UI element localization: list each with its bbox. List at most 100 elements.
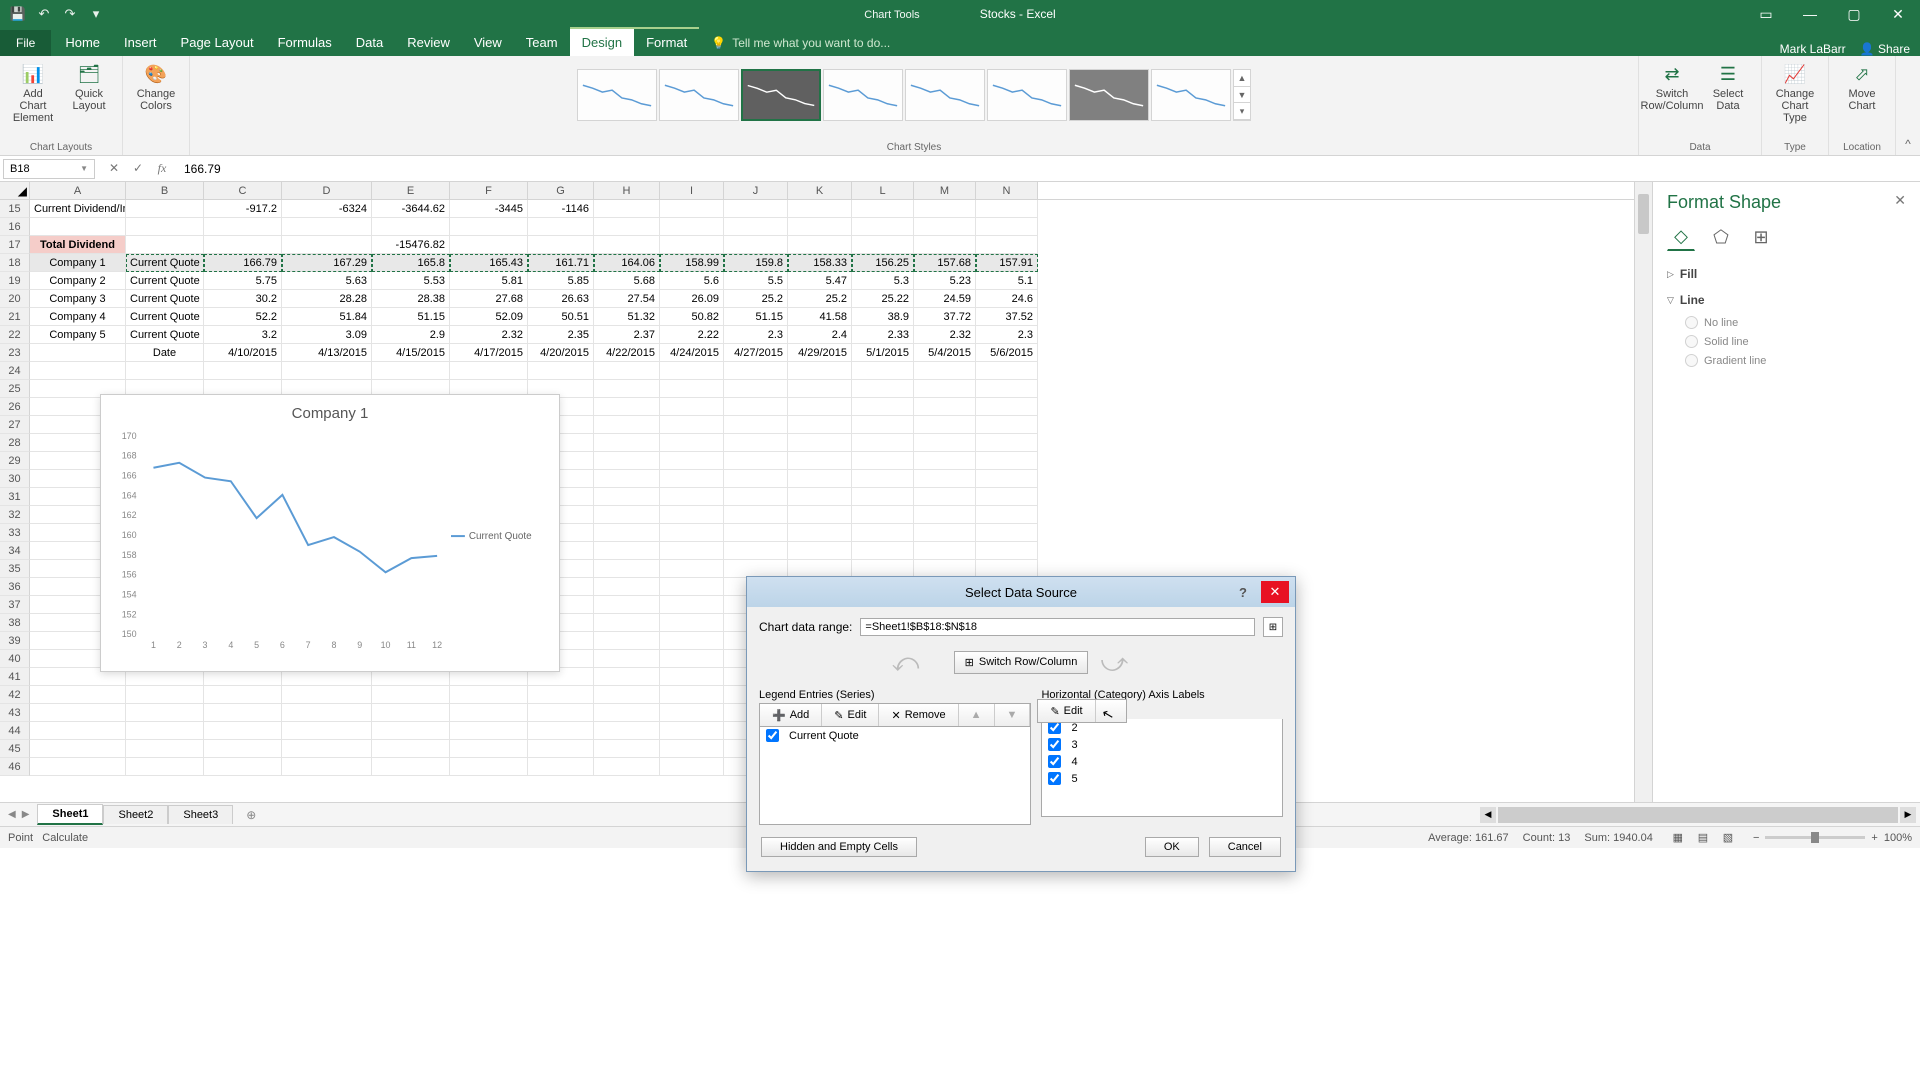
cell[interactable] <box>450 704 528 722</box>
cell[interactable] <box>660 488 724 506</box>
cell[interactable] <box>594 434 660 452</box>
edit-series-button[interactable]: ✎ Edit <box>822 704 879 726</box>
cell[interactable] <box>660 560 724 578</box>
cell[interactable]: 51.15 <box>372 308 450 326</box>
cell[interactable] <box>788 398 852 416</box>
cell[interactable] <box>30 704 126 722</box>
cell[interactable]: 25.2 <box>788 290 852 308</box>
cell[interactable] <box>594 524 660 542</box>
cell[interactable] <box>126 686 204 704</box>
cell[interactable] <box>30 362 126 380</box>
page-layout-view-icon[interactable]: ▤ <box>1692 831 1714 844</box>
cell[interactable] <box>724 434 788 452</box>
cell[interactable] <box>660 686 724 704</box>
cell[interactable]: Current Quote <box>126 308 204 326</box>
cell[interactable] <box>724 200 788 218</box>
spreadsheet-area[interactable]: ◢ABCDEFGHIJKLMN 15Current Dividend/Incom… <box>0 182 1634 802</box>
cell[interactable]: Date <box>126 344 204 362</box>
cell[interactable] <box>30 218 126 236</box>
cell[interactable] <box>372 758 450 776</box>
cell[interactable]: 2.35 <box>528 326 594 344</box>
tab-page-layout[interactable]: Page Layout <box>169 29 266 56</box>
cell[interactable] <box>204 704 282 722</box>
cell[interactable]: Current Quote <box>126 326 204 344</box>
cell[interactable] <box>126 758 204 776</box>
zoom-out-icon[interactable]: − <box>1753 832 1759 844</box>
row-header[interactable]: 30 <box>0 470 30 488</box>
line-section[interactable]: ▽Line <box>1667 287 1906 313</box>
cell[interactable] <box>914 218 976 236</box>
row-header[interactable]: 23 <box>0 344 30 362</box>
cell[interactable]: 5/6/2015 <box>976 344 1038 362</box>
row-header[interactable]: 42 <box>0 686 30 704</box>
cell[interactable] <box>852 236 914 254</box>
cell[interactable] <box>450 362 528 380</box>
cell[interactable] <box>914 380 976 398</box>
cell[interactable] <box>788 542 852 560</box>
cell[interactable]: Company 3 <box>30 290 126 308</box>
add-series-button[interactable]: ➕ Add <box>760 704 822 726</box>
cell[interactable]: 5/4/2015 <box>914 344 976 362</box>
category-item[interactable]: 2 <box>1071 722 1077 734</box>
cell[interactable] <box>660 380 724 398</box>
sheet-nav-first-icon[interactable]: ◀ <box>8 809 16 820</box>
cell[interactable] <box>528 362 594 380</box>
quick-layout-button[interactable]: 🗂Quick Layout <box>64 60 114 114</box>
cell[interactable] <box>372 686 450 704</box>
cell[interactable]: 51.15 <box>724 308 788 326</box>
solid-line-option[interactable]: Solid line <box>1685 332 1906 351</box>
cell[interactable] <box>914 542 976 560</box>
cell[interactable] <box>976 416 1038 434</box>
cell[interactable]: -15476.82 <box>372 236 450 254</box>
row-header[interactable]: 46 <box>0 758 30 776</box>
cell[interactable]: 4/20/2015 <box>528 344 594 362</box>
vertical-scrollbar[interactable] <box>1634 182 1652 802</box>
cell[interactable] <box>594 398 660 416</box>
cell[interactable] <box>914 416 976 434</box>
sheet-tab-3[interactable]: Sheet3 <box>168 805 233 824</box>
cell[interactable] <box>788 200 852 218</box>
cell[interactable] <box>852 434 914 452</box>
tab-team[interactable]: Team <box>514 29 570 56</box>
cell[interactable] <box>594 758 660 776</box>
row-header[interactable]: 17 <box>0 236 30 254</box>
cell[interactable]: 164.06 <box>594 254 660 272</box>
cell[interactable] <box>594 488 660 506</box>
cell[interactable] <box>450 686 528 704</box>
cell[interactable]: 4/17/2015 <box>450 344 528 362</box>
save-icon[interactable]: 💾 <box>6 2 30 26</box>
row-header[interactable]: 44 <box>0 722 30 740</box>
tab-home[interactable]: Home <box>53 29 112 56</box>
cell[interactable] <box>30 344 126 362</box>
no-line-option[interactable]: No line <box>1685 313 1906 332</box>
zoom-level[interactable]: 100% <box>1884 832 1912 844</box>
cell[interactable] <box>594 506 660 524</box>
fill-section[interactable]: ▷Fill <box>1667 261 1906 287</box>
cell[interactable]: Current Dividend/Income <box>30 200 126 218</box>
row-header[interactable]: 35 <box>0 560 30 578</box>
remove-series-button[interactable]: ✕ Remove <box>879 704 958 726</box>
cell[interactable] <box>660 506 724 524</box>
row-header[interactable]: 21 <box>0 308 30 326</box>
enter-formula-icon[interactable]: ✓ <box>126 161 150 176</box>
cell[interactable] <box>282 722 372 740</box>
cell[interactable] <box>126 722 204 740</box>
row-header[interactable]: 36 <box>0 578 30 596</box>
cell[interactable]: 37.72 <box>914 308 976 326</box>
column-header[interactable]: M <box>914 182 976 199</box>
cell[interactable]: 2.37 <box>594 326 660 344</box>
cell[interactable] <box>660 632 724 650</box>
chart-style-gallery[interactable]: ▲▼▾ <box>577 60 1251 130</box>
cell[interactable] <box>660 218 724 236</box>
cell[interactable] <box>914 452 976 470</box>
cell[interactable] <box>660 398 724 416</box>
cell[interactable] <box>852 542 914 560</box>
share-button[interactable]: 👤 Share <box>1860 42 1910 56</box>
cell[interactable] <box>724 236 788 254</box>
column-header[interactable]: N <box>976 182 1038 199</box>
cell[interactable]: 166.79 <box>204 254 282 272</box>
maximize-icon[interactable]: ▢ <box>1832 0 1876 28</box>
tab-data[interactable]: Data <box>344 29 395 56</box>
cell[interactable] <box>976 398 1038 416</box>
cell[interactable]: -3445 <box>450 200 528 218</box>
